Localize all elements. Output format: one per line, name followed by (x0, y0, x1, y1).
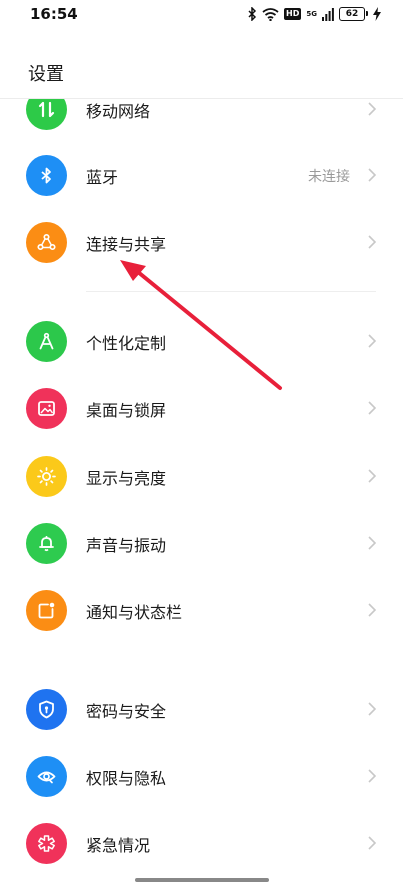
settings-item-label: 显示与亮度 (86, 469, 167, 488)
group-divider (86, 291, 376, 292)
settings-item-sound-vibration[interactable]: 声音与振动 (0, 510, 403, 577)
settings-item-display-brightness[interactable]: 显示与亮度 (0, 443, 403, 510)
settings-item-desktop-lockscreen[interactable]: 桌面与锁屏 (0, 375, 403, 442)
settings-item-emergency[interactable]: 紧急情况 (0, 810, 403, 877)
chevron-right-icon (368, 536, 377, 550)
status-time: 16:54 (30, 5, 78, 23)
network-type: 5G (306, 9, 317, 18)
settings-item-label: 声音与振动 (86, 536, 167, 555)
settings-item-label: 密码与安全 (86, 702, 167, 721)
settings-item-notification-statusbar[interactable]: 通知与状态栏 (0, 577, 403, 644)
notification-icon (26, 590, 67, 631)
chevron-right-icon (368, 334, 377, 348)
settings-item-label: 移动网络 (86, 102, 151, 121)
settings-item-label: 桌面与锁屏 (86, 401, 167, 420)
settings-item-label: 蓝牙 (86, 168, 119, 187)
settings-item-password-security[interactable]: 密码与安全 (0, 676, 403, 743)
settings-item-permissions-privacy[interactable]: 权限与隐私 (0, 743, 403, 810)
settings-item-label: 权限与隐私 (86, 769, 167, 788)
header-divider (0, 98, 403, 99)
settings-item-label: 连接与共享 (86, 235, 167, 254)
home-indicator (135, 878, 269, 882)
battery-indicator: 62 (339, 7, 368, 21)
chevron-right-icon (368, 603, 377, 617)
settings-item-label: 个性化定制 (86, 334, 167, 353)
chevron-right-icon (368, 235, 377, 249)
settings-list[interactable]: 移动网络 蓝牙 未连接 连接与共享 个性化定制 桌面与锁屏 显示与亮度 声音与振… (0, 99, 403, 883)
status-bar: 16:54 HD 5G 62 (0, 0, 403, 28)
page-title: 设置 (28, 64, 64, 85)
mobile-data-icon (26, 99, 67, 130)
charging-icon (373, 7, 381, 21)
chevron-right-icon (368, 702, 377, 716)
settings-item-label: 紧急情况 (86, 836, 151, 855)
compass-icon (26, 321, 67, 362)
emergency-icon (26, 823, 67, 864)
bluetooth-icon (248, 7, 257, 21)
eye-icon (26, 756, 67, 797)
chevron-right-icon (368, 469, 377, 483)
signal-icon (322, 7, 334, 21)
bluetooth-status: 未连接 (308, 169, 350, 185)
sun-icon (26, 456, 67, 497)
chevron-right-icon (368, 168, 377, 182)
settings-item-personalization[interactable]: 个性化定制 (0, 308, 403, 375)
status-icons: HD 5G 62 (248, 5, 381, 23)
chevron-right-icon (368, 769, 377, 783)
hd-badge: HD (284, 8, 302, 20)
bell-icon (26, 523, 67, 564)
settings-item-connection-sharing[interactable]: 连接与共享 (0, 209, 403, 276)
bluetooth-icon (26, 155, 67, 196)
wifi-icon (262, 7, 279, 21)
picture-icon (26, 388, 67, 429)
settings-item-bluetooth[interactable]: 蓝牙 未连接 (0, 142, 403, 209)
connection-share-icon (26, 222, 67, 263)
chevron-right-icon (368, 401, 377, 415)
chevron-right-icon (368, 836, 377, 850)
settings-item-label: 通知与状态栏 (86, 603, 183, 622)
settings-item-mobile-network[interactable]: 移动网络 (0, 99, 403, 143)
chevron-right-icon (368, 102, 377, 116)
shield-icon (26, 689, 67, 730)
